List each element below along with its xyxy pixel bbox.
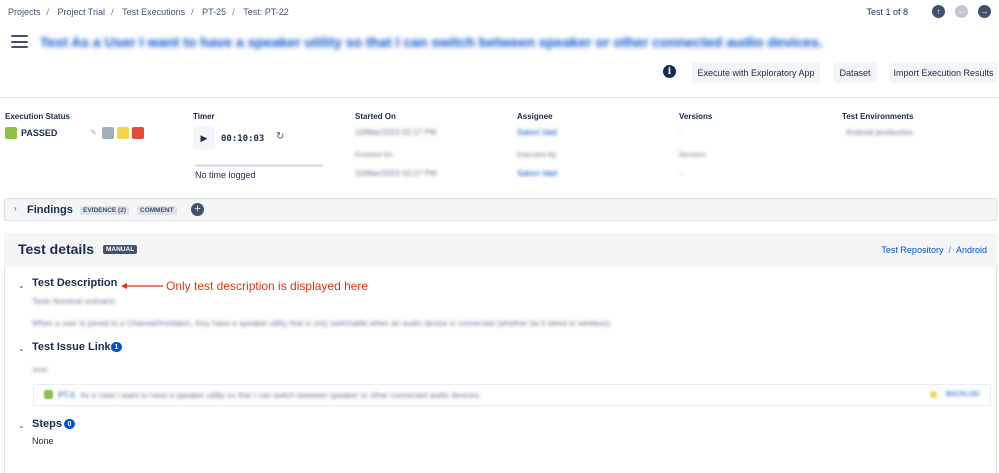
divider (0, 97, 999, 98)
steps-title[interactable]: Steps (32, 418, 62, 430)
priority-icon (930, 391, 937, 398)
breadcrumb-project-trial[interactable]: Project Trial (58, 7, 106, 17)
execution-status-label: Execution Status (5, 112, 70, 121)
issue-link-relation: tests (33, 367, 48, 374)
finished-on-label: Finished On (355, 152, 393, 159)
test-details-header (4, 233, 997, 266)
android-folder-link[interactable]: Android (956, 245, 987, 255)
issue-link-row[interactable]: PT-5 As a User I want to have a speaker … (33, 384, 991, 406)
test-navigation: Test 1 of 8 ↑ ← → (866, 5, 991, 18)
steps-none: None (32, 436, 54, 446)
started-on-value: 10/Mar/2023 02:17 PM (355, 128, 437, 137)
versions-label: Versions (679, 112, 713, 121)
assignee-label: Assignee (517, 112, 553, 121)
comment-badge[interactable]: COMMENT (137, 206, 177, 215)
execute-exploratory-button[interactable]: Execute with Exploratory App (692, 62, 820, 83)
test-type-badge: MANUAL (103, 245, 138, 254)
finished-on-value: 10/Mar/2023 02:27 PM (355, 169, 437, 178)
reset-icon[interactable]: ↻ (276, 131, 284, 142)
revision-label: Revision (679, 152, 706, 159)
assignee-value[interactable]: Saloni Vaid (517, 128, 557, 137)
versions-value: - (679, 128, 682, 137)
pencil-icon[interactable]: ✎ (90, 128, 97, 137)
annotation-arrow-icon (121, 283, 163, 289)
findings-title: Findings (27, 204, 73, 216)
issue-link-status: BACKLOG (946, 391, 980, 398)
story-icon (44, 390, 53, 399)
executed-by-label: Executed By (517, 152, 557, 159)
annotation-text: Only test description is displayed here (166, 279, 369, 293)
description-body: When a user is joined to a Channel/Invit… (32, 319, 612, 328)
breadcrumb-test-executions[interactable]: Test Executions (122, 7, 185, 17)
chevron-down-icon[interactable]: ⌄ (18, 344, 25, 353)
add-icon[interactable]: + (191, 203, 204, 216)
chevron-down-icon[interactable]: ⌄ (18, 281, 25, 290)
play-icon[interactable]: ▶ (193, 126, 215, 150)
issue-links-count: 1 (111, 342, 122, 352)
timer-label: Timer (193, 112, 215, 121)
test-issue-links-title[interactable]: Test Issue Links (32, 341, 117, 353)
status-failed-swatch[interactable] (132, 127, 144, 139)
test-repository-link[interactable]: Test Repository (881, 245, 943, 255)
revision-value: - (679, 169, 682, 178)
issue-link-summary[interactable]: As a User I want to have a speaker utili… (80, 391, 481, 400)
import-execution-results-button[interactable]: Import Execution Results (889, 62, 998, 83)
timer-note: No time logged (195, 170, 256, 180)
test-description-title[interactable]: Test Description (32, 277, 117, 289)
steps-count: 0 (64, 419, 75, 429)
breadcrumb-test-pt-22[interactable]: Test: PT-22 (243, 7, 289, 17)
dataset-button[interactable]: Dataset (833, 62, 877, 83)
started-on-label: Started On (355, 112, 396, 121)
test-details-body (5, 267, 996, 473)
findings-panel[interactable]: › Findings EVIDENCE (2) COMMENT + (4, 198, 997, 221)
arrow-up-icon[interactable]: ↑ (932, 5, 945, 18)
test-position: Test 1 of 8 (866, 6, 908, 17)
breadcrumb-projects[interactable]: Projects (8, 7, 41, 17)
timer-progress-bar (195, 164, 323, 167)
timer-value: 00:10:03 (221, 134, 265, 144)
chevron-down-icon[interactable]: ⌄ (18, 421, 25, 430)
info-icon[interactable]: i (663, 65, 676, 78)
issue-link-key[interactable]: PT-5 (58, 391, 75, 400)
description-summary: Tests Nominal scenario. (32, 297, 117, 306)
chevron-right-icon[interactable]: › (14, 204, 17, 213)
status-todo-swatch[interactable] (102, 127, 114, 139)
evidence-badge[interactable]: EVIDENCE (2) (80, 206, 129, 215)
breadcrumb-pt-25[interactable]: PT-25 (202, 7, 226, 17)
status-color-swatch (5, 127, 17, 139)
test-details-title: Test details (18, 241, 94, 257)
page-title: Test As a User I want to have a speaker … (40, 34, 823, 50)
arrow-left-icon[interactable]: ← (955, 5, 968, 18)
execution-status-value[interactable]: PASSED (21, 128, 57, 138)
arrow-right-icon[interactable]: → (978, 5, 991, 18)
menu-icon[interactable] (11, 35, 28, 48)
breadcrumb: Projects / Project Trial / Test Executions… (8, 7, 289, 17)
test-environments-label: Test Environments (842, 112, 914, 121)
status-executing-swatch[interactable] (117, 127, 129, 139)
test-repository-path: Test Repository / Android (881, 245, 987, 255)
test-environments-value: Android production (846, 128, 914, 137)
executed-by-value[interactable]: Saloni Vaid (517, 169, 557, 178)
